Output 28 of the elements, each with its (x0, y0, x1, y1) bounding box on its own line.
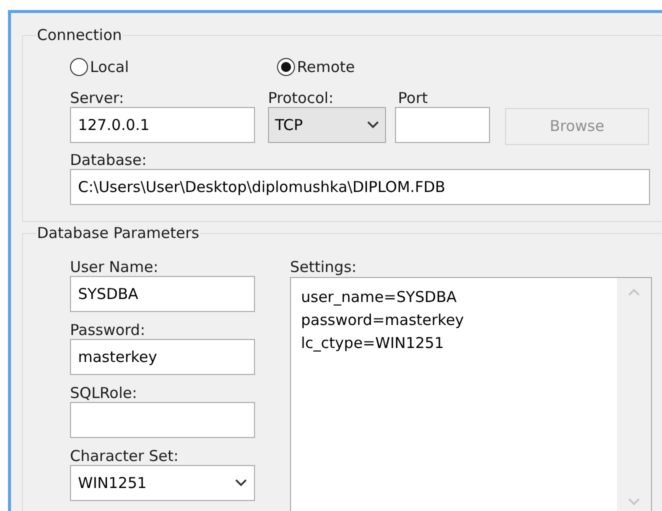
settings-line: user_name=SYSDBA (301, 287, 458, 308)
field-label: Database: (70, 151, 148, 169)
field-label: SQLRole: (70, 384, 138, 402)
chevron-down-icon (367, 121, 379, 129)
field-label: User Name: (70, 258, 160, 276)
input-field[interactable]: masterkey (70, 339, 255, 375)
protocol-dropdown[interactable]: TCP (268, 107, 386, 143)
chevron-up-icon (628, 288, 640, 296)
field-label: Settings: (290, 258, 358, 276)
input-field[interactable]: 127.0.0.1 (70, 107, 255, 143)
field-label: Password: (70, 321, 146, 339)
field-label: Port (397, 89, 429, 107)
input-field[interactable]: SYSDBA (70, 276, 255, 312)
input-field[interactable] (395, 107, 490, 143)
settings-line: lc_ctype=WIN1251 (301, 333, 445, 354)
settings-text-area[interactable]: user_name=SYSDBA password=masterkey lc_ctype=WIN1251 (290, 277, 652, 511)
settings-line: password=masterkey (301, 310, 465, 331)
input-field[interactable] (70, 402, 255, 438)
field-label: Protocol: (268, 89, 335, 107)
scrollbar[interactable] (617, 278, 651, 511)
field-label: Server: (70, 89, 125, 107)
chevron-down-icon (235, 479, 247, 487)
character-set-dropdown[interactable]: WIN1251 (70, 465, 255, 501)
input-field[interactable]: C:\Users\User\Desktop\diplomushka\DIPLOM.FDB (70, 169, 650, 205)
radio-button[interactable]: Remote (277, 56, 355, 78)
radio-button[interactable]: Local (70, 56, 277, 78)
field-label: Character Set: (70, 447, 180, 465)
chevron-down-icon (628, 498, 640, 506)
